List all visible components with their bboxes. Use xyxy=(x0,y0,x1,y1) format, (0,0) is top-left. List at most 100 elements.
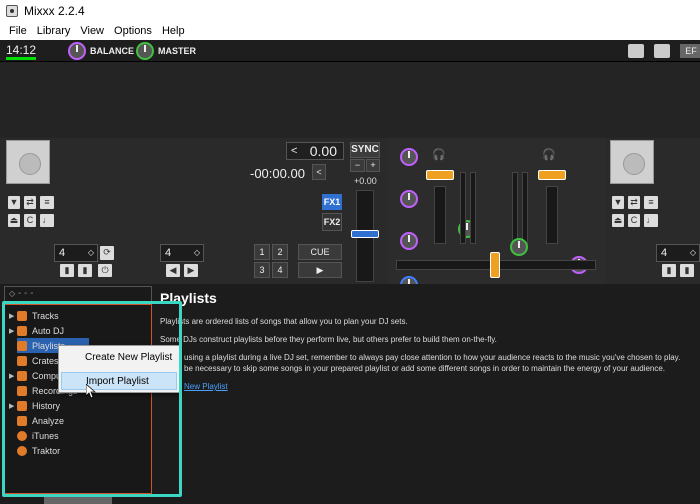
eject-icon[interactable]: ⏏ xyxy=(612,214,624,227)
balance-knob[interactable] xyxy=(68,42,86,60)
fx2-button[interactable]: FX2 xyxy=(322,213,342,231)
headphone-icon[interactable]: 🎧 xyxy=(432,148,446,161)
master-vu-right xyxy=(512,172,518,244)
content-paragraph-2: Some DJs construct playlists before they… xyxy=(160,335,497,344)
deck1-eq-mid-knob[interactable] xyxy=(400,232,418,250)
deck1-volume-handle[interactable] xyxy=(426,170,454,180)
crate-icon xyxy=(17,355,27,366)
menu-help[interactable]: Help xyxy=(157,25,190,37)
content-paragraph-1: Playlists are ordered lists of songs tha… xyxy=(160,317,408,326)
hotcue-3-button[interactable]: 3 xyxy=(254,262,270,278)
expand-arrow-icon[interactable]: ▶ xyxy=(9,372,17,380)
content-title: Playlists xyxy=(160,290,217,306)
deck2-pregain-knob[interactable] xyxy=(510,238,528,256)
quantize-icon[interactable]: ♩ xyxy=(644,214,658,227)
beatjump-back-icon[interactable]: ◀ xyxy=(166,264,180,277)
loop-out-icon[interactable]: ▮ xyxy=(78,264,92,277)
menu-options[interactable]: Options xyxy=(109,25,157,37)
chevron-left-icon: < xyxy=(291,145,298,157)
mixer-toggle-icon[interactable] xyxy=(628,44,644,58)
deck1-volume-track[interactable] xyxy=(434,186,446,244)
title-bar: Mixxx 2.2.4 xyxy=(0,0,700,22)
slip-icon[interactable]: C xyxy=(24,214,36,227)
music-note-icon xyxy=(17,310,27,321)
menu-library[interactable]: Library xyxy=(32,25,76,37)
microphone-toggle-icon[interactable] xyxy=(654,44,670,58)
master-vu-left xyxy=(470,172,476,244)
playlist-icon xyxy=(17,340,27,351)
window-title: Mixxx 2.2.4 xyxy=(24,4,85,18)
play-button[interactable]: ▶ xyxy=(298,262,342,278)
horizontal-scrollbar[interactable] xyxy=(44,497,112,504)
loop-size-spinbox[interactable]: 4 ◇ xyxy=(160,244,204,262)
expand-arrow-icon[interactable]: ▶ xyxy=(9,327,17,335)
loop-in-icon[interactable]: ▮ xyxy=(662,264,676,277)
deck2-cover-art xyxy=(610,140,654,184)
new-playlist-link[interactable]: New Playlist xyxy=(184,382,228,391)
menu-item-import-playlist[interactable]: Import Playlist xyxy=(61,372,177,390)
spin-arrows-icon: ◇ xyxy=(689,248,696,257)
balance-control: BALANCE xyxy=(68,42,134,60)
deck1-cover-art xyxy=(6,140,50,184)
pitch-plus-button[interactable]: + xyxy=(366,159,380,172)
loop-in-icon[interactable]: ▮ xyxy=(60,264,74,277)
mouse-cursor-icon xyxy=(86,384,96,398)
deck1-eq-high-knob[interactable] xyxy=(400,190,418,208)
menu-item-create-new-playlist[interactable]: Create New Playlist xyxy=(61,349,177,367)
reloop-icon[interactable]: ⏻ xyxy=(98,264,112,277)
sidebar-item-analyze[interactable]: Analyze xyxy=(17,413,64,428)
sidebar-item-auto-dj[interactable]: ▶ Auto DJ xyxy=(9,323,64,338)
deck2-volume-track[interactable] xyxy=(546,186,558,244)
eject-icon[interactable]: ⏏ xyxy=(8,214,20,227)
deck2-volume-handle[interactable] xyxy=(538,170,566,180)
deck1-time-remaining: -00:00.00 xyxy=(250,166,305,181)
content-paragraph-3a: using a playlist during a live DJ set, r… xyxy=(184,353,681,362)
headphone-icon[interactable]: 🎧 xyxy=(542,148,556,161)
fx1-button[interactable]: FX1 xyxy=(322,194,342,210)
chevron-left-icon[interactable]: < xyxy=(312,164,326,180)
pitch-minus-button[interactable]: − xyxy=(350,159,365,172)
computer-icon xyxy=(17,370,27,381)
menu-view[interactable]: View xyxy=(75,25,109,37)
mixer-panel: 🎧 🎧 xyxy=(388,138,606,402)
traktor-icon xyxy=(17,445,27,456)
master-knob[interactable] xyxy=(136,42,154,60)
search-icon: ◇ xyxy=(9,289,16,298)
deck1-gain-knob[interactable] xyxy=(400,148,418,166)
beatgrid-icon[interactable]: ≡ xyxy=(644,196,658,209)
cue-button[interactable]: CUE xyxy=(298,244,342,260)
menu-file[interactable]: File xyxy=(4,25,32,37)
beatgrid-icon[interactable]: ≡ xyxy=(40,196,54,209)
library-search-input[interactable]: ◇ - - - xyxy=(4,286,152,302)
sidebar-item-itunes[interactable]: iTunes xyxy=(17,428,59,443)
sidebar-item-tracks[interactable]: ▶ Tracks xyxy=(9,308,59,323)
cpu-meter xyxy=(6,57,36,60)
loop-out-icon[interactable]: ▮ xyxy=(680,264,694,277)
menu-bar: File Library View Options Help xyxy=(0,22,700,40)
deck2-beatjump-size-spinbox[interactable]: 4 ◇ xyxy=(656,244,700,262)
clock: 14:12 xyxy=(6,43,37,57)
expand-arrow-icon[interactable]: ▶ xyxy=(9,402,17,410)
content-paragraph-3b: be necessary to skip some songs in your … xyxy=(184,364,666,373)
repeat-icon[interactable]: ⇄ xyxy=(24,196,36,209)
effects-toggle-button[interactable]: EF xyxy=(680,44,700,58)
sidebar-item-history[interactable]: ▶ History xyxy=(9,398,60,413)
loop-icon[interactable]: ⟳ xyxy=(100,246,114,260)
slip-icon[interactable]: C xyxy=(628,214,640,227)
sync-button[interactable]: SYNC xyxy=(350,142,380,158)
hotcue-1-button[interactable]: 1 xyxy=(254,244,270,260)
rate-slider-handle[interactable] xyxy=(351,230,379,238)
keylock-icon[interactable]: ▼ xyxy=(8,196,20,209)
quantize-icon[interactable]: ♩ xyxy=(40,214,54,227)
hotcue-4-button[interactable]: 4 xyxy=(272,262,288,278)
sidebar-item-traktor[interactable]: Traktor xyxy=(17,443,60,458)
beatjump-size-spinbox[interactable]: 4 ◇ xyxy=(54,244,98,262)
hotcue-2-button[interactable]: 2 xyxy=(272,244,288,260)
sidebar-item-crates[interactable]: Crates xyxy=(17,353,59,368)
repeat-icon[interactable]: ⇄ xyxy=(628,196,640,209)
keylock-icon[interactable]: ▼ xyxy=(612,196,624,209)
beatjump-forward-icon[interactable]: ▶ xyxy=(184,264,198,277)
rate-display: +0.00 xyxy=(354,176,377,186)
crossfader-handle[interactable] xyxy=(490,252,500,278)
expand-arrow-icon[interactable]: ▶ xyxy=(9,312,17,320)
